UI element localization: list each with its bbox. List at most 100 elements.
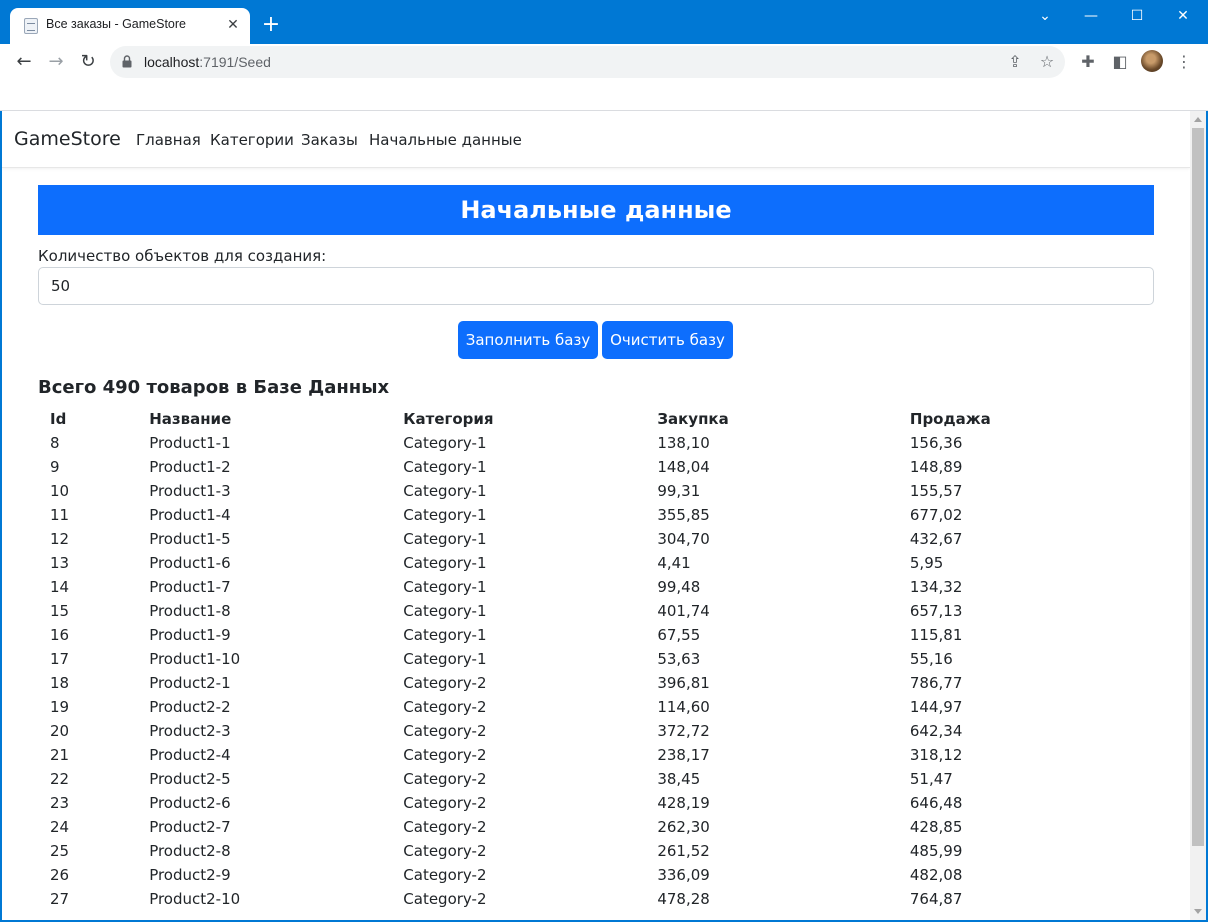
cell-id: 14 <box>50 578 70 596</box>
cell-id: 9 <box>50 458 60 476</box>
brand-link[interactable]: GameStore <box>14 128 121 150</box>
scroll-thumb[interactable] <box>1192 128 1204 846</box>
cell-sale: 55,16 <box>909 650 953 668</box>
cell-sale: 428,85 <box>909 818 963 836</box>
tab-strip: Все заказы - GameStore ✕ + ⌄ — ☐ ✕ <box>0 0 1208 44</box>
page-icon <box>24 18 38 34</box>
cell-id: 19 <box>50 698 70 716</box>
cell-category: Category-1 <box>403 482 487 500</box>
cell-sale: 642,34 <box>909 722 963 740</box>
scroll-down-arrow-icon[interactable] <box>1194 909 1202 914</box>
cell-sale: 786,77 <box>909 674 963 692</box>
bookmark-star-icon[interactable]: ☆ <box>1037 52 1057 72</box>
cell-sale: 485,99 <box>909 842 963 860</box>
table-row: 23 Product2-6 Category-2 428,19 646,48 <box>38 791 1154 815</box>
share-icon[interactable]: ⇪ <box>1005 52 1025 72</box>
cell-purchase: 114,60 <box>657 698 710 716</box>
cell-category: Category-1 <box>403 650 487 668</box>
cell-category: Category-2 <box>403 770 487 788</box>
cell-name: Product2-9 <box>149 866 231 884</box>
profile-avatar[interactable] <box>1141 50 1163 72</box>
cell-purchase: 355,85 <box>657 506 710 524</box>
count-input[interactable] <box>38 267 1154 305</box>
cell-id: 20 <box>50 722 70 740</box>
cell-name: Product1-6 <box>149 554 231 572</box>
cell-sale: 156,36 <box>909 434 963 452</box>
side-panel-icon[interactable]: ◧ <box>1110 52 1130 72</box>
cell-id: 21 <box>50 746 70 764</box>
cell-id: 22 <box>50 770 70 788</box>
extensions-icon[interactable]: ✚ <box>1078 52 1098 72</box>
cell-id: 23 <box>50 794 70 812</box>
cell-sale: 5,95 <box>909 554 944 572</box>
url-text: localhost:7191/Seed <box>144 54 271 70</box>
cell-id: 18 <box>50 674 70 692</box>
tab-active[interactable]: Все заказы - GameStore ✕ <box>10 8 250 44</box>
cell-id: 27 <box>50 890 70 908</box>
cell-sale: 482,08 <box>909 866 963 884</box>
table-row: 21 Product2-4 Category-2 238,17 318,12 <box>38 743 1154 767</box>
column-header-category: Категория <box>403 410 494 428</box>
cell-category: Category-1 <box>403 458 487 476</box>
cell-purchase: 238,17 <box>657 746 710 764</box>
cell-sale: 134,32 <box>909 578 963 596</box>
cell-sale: 51,47 <box>909 770 953 788</box>
cell-purchase: 53,63 <box>657 650 701 668</box>
nav-link-orders[interactable]: Заказы <box>301 131 358 149</box>
clear-database-button[interactable]: Очистить базу <box>602 321 733 359</box>
nav-link-categories[interactable]: Категории <box>210 131 294 149</box>
cell-name: Product1-1 <box>149 434 231 452</box>
cell-name: Product2-8 <box>149 842 231 860</box>
table-row: 10 Product1-3 Category-1 99,31 155,57 <box>38 479 1154 503</box>
cell-id: 16 <box>50 626 70 644</box>
cell-sale: 148,89 <box>909 458 963 476</box>
scroll-up-arrow-icon[interactable] <box>1194 117 1202 122</box>
cell-purchase: 304,70 <box>657 530 710 548</box>
fill-database-button[interactable]: Заполнить базу <box>458 321 598 359</box>
maximize-icon[interactable]: ☐ <box>1114 4 1160 28</box>
cell-purchase: 148,04 <box>657 458 710 476</box>
cell-purchase: 67,55 <box>657 626 701 644</box>
close-window-icon[interactable]: ✕ <box>1160 4 1206 28</box>
table-row: 24 Product2-7 Category-2 262,30 428,85 <box>38 815 1154 839</box>
browser-toolbar: ← → ↻ localhost:7191/Seed ⇪ ☆ ✚ ◧ ⋮ <box>0 44 1208 80</box>
items-summary: Всего 490 товаров в Базе Данных <box>38 377 390 398</box>
page-scrollbar[interactable] <box>1190 111 1206 920</box>
cell-purchase: 138,10 <box>657 434 710 452</box>
address-bar[interactable]: localhost:7191/Seed ⇪ ☆ <box>110 46 1065 78</box>
table-row: 25 Product2-8 Category-2 261,52 485,99 <box>38 839 1154 863</box>
table-row: 19 Product2-2 Category-2 114,60 144,97 <box>38 695 1154 719</box>
cell-purchase: 401,74 <box>657 602 710 620</box>
tab-title: Все заказы - GameStore <box>46 17 186 31</box>
cell-name: Product2-4 <box>149 746 231 764</box>
cell-category: Category-2 <box>403 794 487 812</box>
items-table: Id Название Категория Закупка Продажа 8 P… <box>38 407 1154 911</box>
minimize-icon[interactable]: — <box>1068 4 1114 28</box>
reload-icon[interactable]: ↻ <box>74 48 102 76</box>
table-body: 8 Product1-1 Category-1 138,10 156,36 9 Produc… <box>38 431 1154 911</box>
cell-category: Category-1 <box>403 554 487 572</box>
cell-name: Product1-4 <box>149 506 231 524</box>
forward-arrow-icon[interactable]: → <box>42 48 70 76</box>
table-row: 14 Product1-7 Category-1 99,48 134,32 <box>38 575 1154 599</box>
back-arrow-icon[interactable]: ← <box>10 48 38 76</box>
close-tab-icon[interactable]: ✕ <box>224 16 242 34</box>
cell-category: Category-2 <box>403 818 487 836</box>
new-tab-icon[interactable]: + <box>260 14 282 36</box>
cell-purchase: 428,19 <box>657 794 710 812</box>
lock-icon <box>122 55 132 68</box>
cell-sale: 115,81 <box>909 626 963 644</box>
cell-name: Product2-2 <box>149 698 231 716</box>
cell-sale: 657,13 <box>909 602 963 620</box>
menu-icon[interactable]: ⋮ <box>1174 52 1194 72</box>
cell-id: 15 <box>50 602 70 620</box>
cell-id: 12 <box>50 530 70 548</box>
cell-name: Product1-10 <box>149 650 241 668</box>
cell-purchase: 38,45 <box>657 770 701 788</box>
tab-search-icon[interactable]: ⌄ <box>1022 4 1068 28</box>
nav-link-home[interactable]: Главная <box>136 131 201 149</box>
cell-category: Category-1 <box>403 578 487 596</box>
cell-name: Product2-10 <box>149 890 241 908</box>
nav-link-seed[interactable]: Начальные данные <box>369 131 522 149</box>
cell-id: 11 <box>50 506 70 524</box>
